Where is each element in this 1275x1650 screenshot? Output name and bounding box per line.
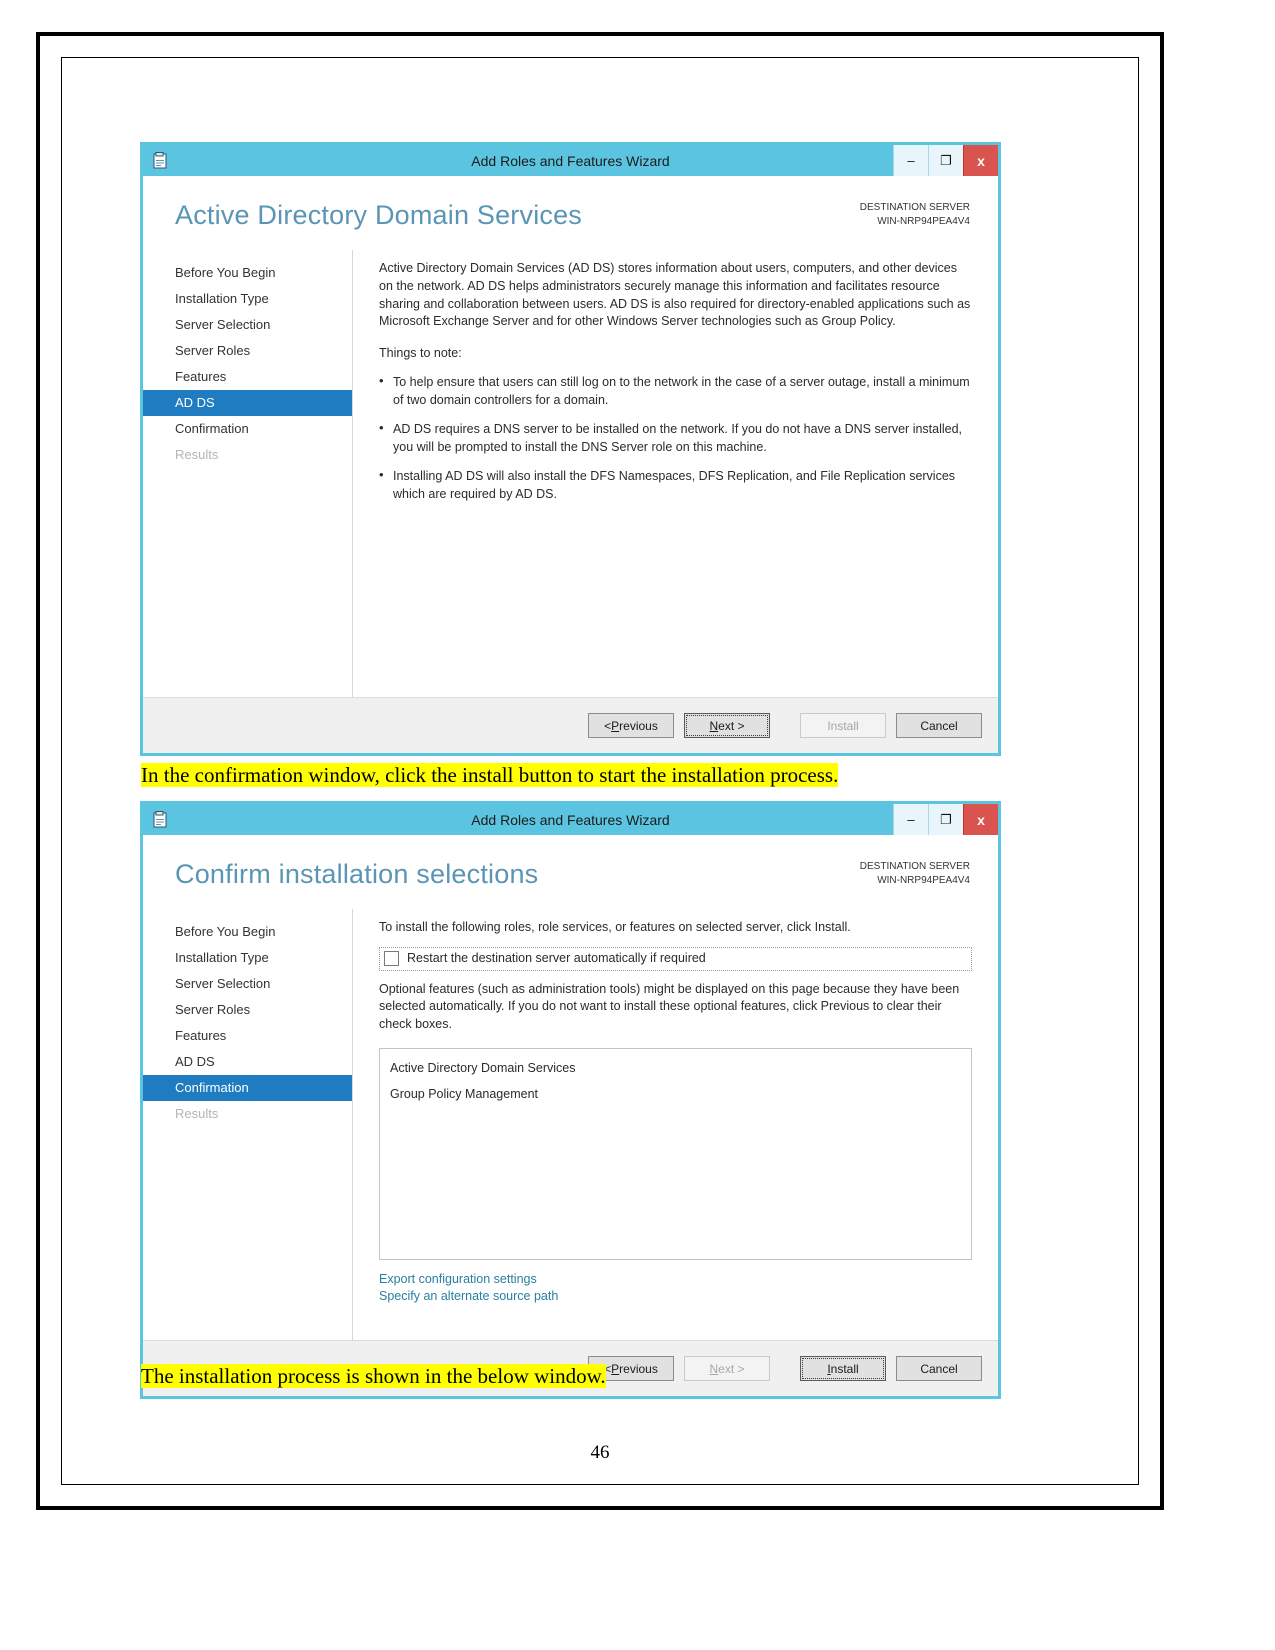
destination-server: DESTINATION SERVER WIN-NRP94PEA4V4 (860, 860, 970, 888)
destination-server-name: WIN-NRP94PEA4V4 (877, 875, 970, 886)
previous-accel: P (611, 718, 620, 733)
optional-features-paragraph: Optional features (such as administratio… (379, 981, 960, 1032)
wizard-pane-window-1: Active Directory Domain Services (AD DS)… (353, 250, 998, 697)
install-button: Install (800, 713, 886, 738)
sidebar-item-server-roles[interactable]: Server Roles (143, 338, 352, 364)
previous-rest: revious (619, 718, 658, 733)
cancel-button[interactable]: Cancel (896, 1356, 982, 1381)
page-title: Confirm installation selections (175, 859, 539, 889)
sidebar-item-server-roles[interactable]: Server Roles (143, 997, 352, 1023)
next-rest: ext > (718, 1361, 745, 1376)
restart-checkbox-row[interactable]: Restart the destination server automatic… (379, 946, 972, 971)
list-item: Installing AD DS will also install the D… (379, 466, 972, 503)
sidebar-item-before-you-begin[interactable]: Before You Begin (143, 260, 352, 286)
list-item: AD DS requires a DNS server to be instal… (379, 419, 972, 456)
install-rest: nstall (830, 1361, 859, 1376)
next-button: Next > (684, 1356, 770, 1381)
restart-checkbox[interactable] (384, 951, 399, 967)
intro-paragraph: Active Directory Domain Services (AD DS)… (379, 261, 971, 329)
sidebar-item-results: Results (175, 1106, 219, 1121)
minimize-button[interactable]: – (893, 145, 928, 176)
install-button[interactable]: Install (800, 1356, 886, 1381)
wizard-body-window-2: Before You Begin Installation Type Serve… (143, 909, 998, 1340)
list-item: Active Directory Domain Services (390, 1060, 576, 1075)
caption-text: The installation process is shown in the… (141, 1364, 606, 1388)
caption-installation-process: The installation process is shown in the… (141, 1364, 606, 1389)
next-rest: ext > (718, 718, 745, 733)
window-title: Add Roles and Features Wizard (471, 152, 670, 169)
specify-alternate-source-path-link[interactable]: Specify an alternate source path (379, 1288, 972, 1305)
sidebar-item-results: Results (175, 447, 219, 462)
sidebar-item-confirmation[interactable]: Confirmation (143, 416, 352, 442)
add-roles-wizard-window-2[interactable]: Add Roles and Features Wizard – ❐ x Conf… (140, 801, 1001, 1399)
wizard-header-window-2: Confirm installation selections DESTINAT… (143, 835, 998, 909)
sidebar-item-ad-ds[interactable]: AD DS (143, 1049, 352, 1075)
destination-server-label: DESTINATION SERVER (859, 861, 970, 872)
next-button[interactable]: Next > (684, 713, 770, 738)
close-button[interactable]: x (963, 804, 998, 835)
previous-accel: P (611, 1361, 620, 1376)
sidebar-item-server-selection[interactable]: Server Selection (143, 312, 352, 338)
window-controls-window-1: – ❐ x (893, 145, 998, 176)
previous-prefix: < (604, 718, 612, 733)
window-title: Add Roles and Features Wizard (471, 811, 670, 828)
titlebar-window-1: Add Roles and Features Wizard – ❐ x (143, 145, 998, 176)
titlebar-window-2: Add Roles and Features Wizard – ❐ x (143, 804, 998, 835)
list-item: To help ensure that users can still log … (379, 372, 972, 409)
page-number: 46 (590, 1442, 610, 1463)
sidebar-item-confirmation[interactable]: Confirmation (143, 1075, 352, 1101)
sidebar-item-installation-type[interactable]: Installation Type (143, 945, 352, 971)
window-controls-window-2: – ❐ x (893, 804, 998, 835)
close-button[interactable]: x (963, 145, 998, 176)
export-configuration-settings-link[interactable]: Export configuration settings (379, 1271, 972, 1288)
wizard-footer-window-1: < Previous Next > Install Cancel (143, 697, 998, 753)
sidebar-item-features[interactable]: Features (143, 364, 352, 390)
next-accel: N (709, 1361, 719, 1376)
next-accel: N (709, 718, 719, 733)
wizard-body-window-1: Before You Begin Installation Type Serve… (143, 250, 998, 697)
wizard-icon (151, 810, 171, 830)
document-content: Add Roles and Features Wizard – ❐ x Acti… (61, 57, 1139, 1485)
caption-text: In the confirmation window, click the in… (141, 763, 839, 787)
wizard-pane-window-2: To install the following roles, role ser… (353, 909, 998, 1340)
sidebar-item-server-selection[interactable]: Server Selection (143, 971, 352, 997)
previous-rest: revious (619, 1361, 658, 1376)
maximize-button[interactable]: ❐ (928, 145, 963, 176)
page-title: Active Directory Domain Services (175, 200, 583, 230)
sidebar-item-features[interactable]: Features (143, 1023, 352, 1049)
notes-list: To help ensure that users can still log … (379, 372, 972, 504)
things-to-note-label: Things to note: (379, 346, 462, 360)
wizard-icon (151, 151, 171, 171)
selected-features-listbox[interactable]: Active Directory Domain Services Group P… (379, 1047, 972, 1260)
wizard-links: Export configuration settings Specify an… (379, 1271, 972, 1305)
caption-confirmation-instruction: In the confirmation window, click the in… (141, 763, 839, 788)
sidebar-item-installation-type[interactable]: Installation Type (143, 286, 352, 312)
destination-server-name: WIN-NRP94PEA4V4 (877, 216, 970, 227)
restart-checkbox-label: Restart the destination server automatic… (407, 950, 706, 965)
previous-button[interactable]: < Previous (588, 713, 674, 738)
wizard-header-window-1: Active Directory Domain Services DESTINA… (143, 176, 998, 250)
wizard-nav-window-1: Before You Begin Installation Type Serve… (143, 250, 353, 697)
wizard-nav-window-2: Before You Begin Installation Type Serve… (143, 909, 353, 1340)
list-item: Group Policy Management (390, 1086, 538, 1101)
destination-server-label: DESTINATION SERVER (859, 202, 970, 213)
add-roles-wizard-window-1[interactable]: Add Roles and Features Wizard – ❐ x Acti… (140, 142, 1001, 756)
cancel-button[interactable]: Cancel (896, 713, 982, 738)
minimize-button[interactable]: – (893, 804, 928, 835)
maximize-button[interactable]: ❐ (928, 804, 963, 835)
sidebar-item-ad-ds[interactable]: AD DS (143, 390, 352, 416)
install-instruction: To install the following roles, role ser… (379, 920, 851, 934)
sidebar-item-before-you-begin[interactable]: Before You Begin (143, 919, 352, 945)
destination-server: DESTINATION SERVER WIN-NRP94PEA4V4 (860, 201, 970, 229)
